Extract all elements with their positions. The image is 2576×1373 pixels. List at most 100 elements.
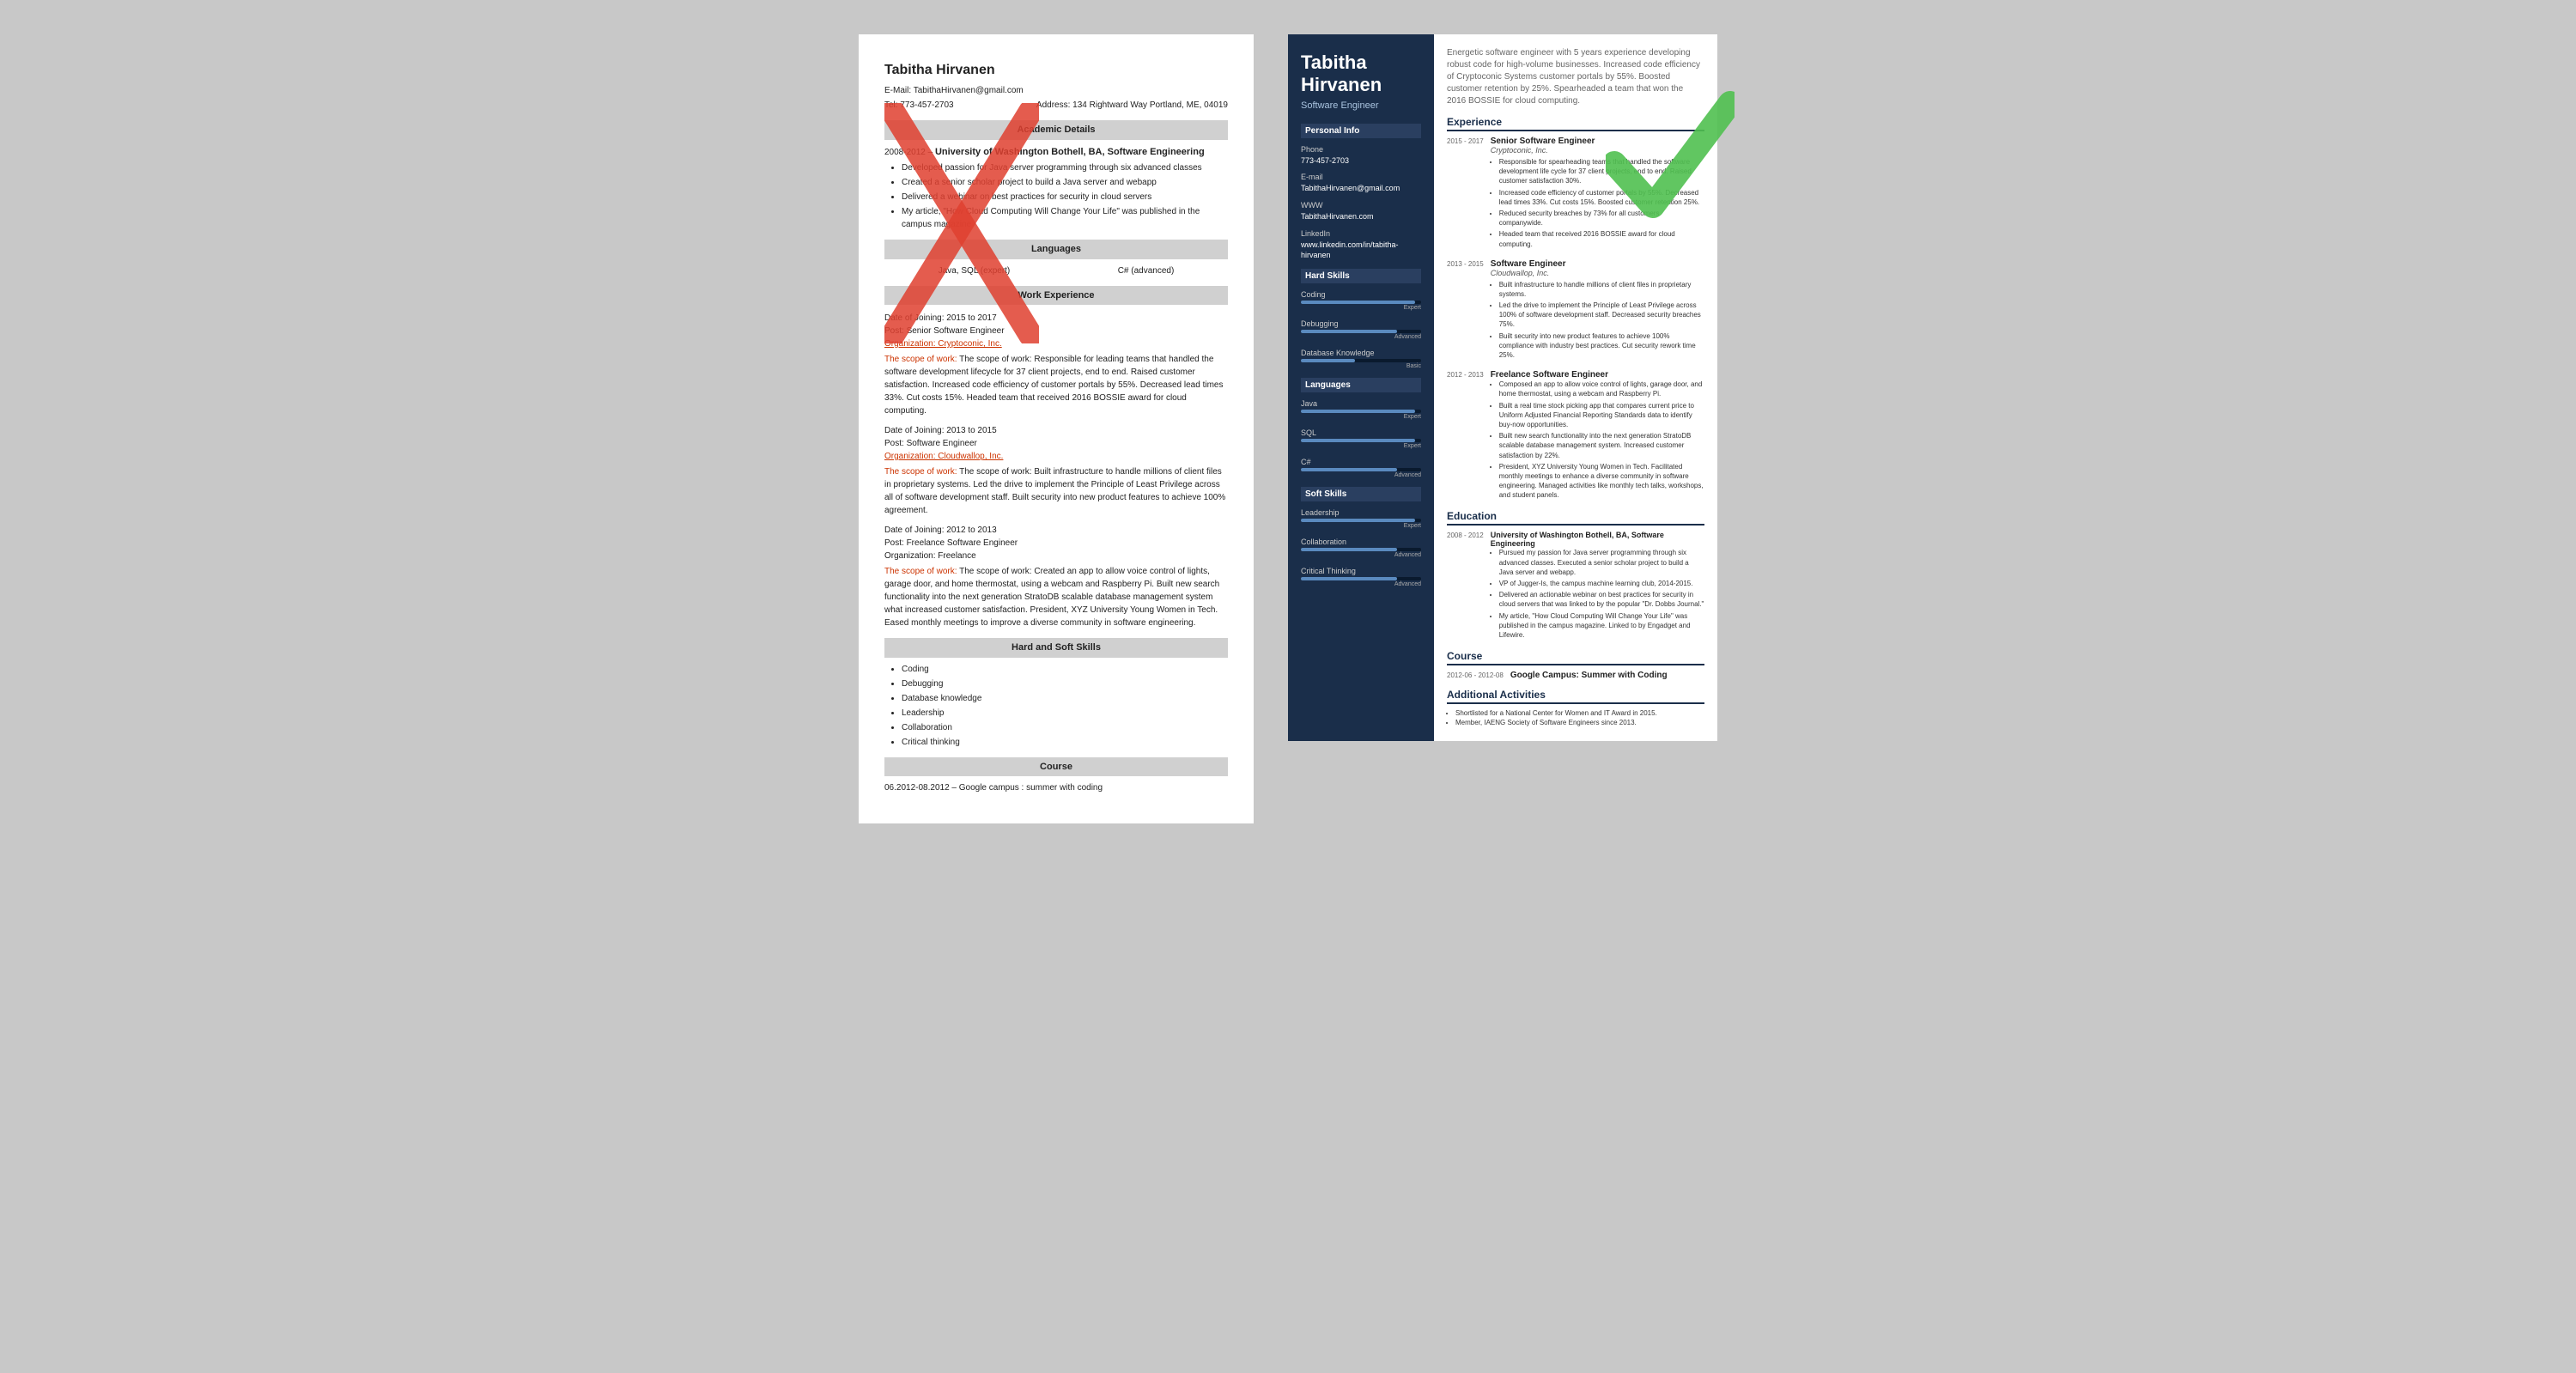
sidebar-name: Tabitha Hirvanen — [1301, 52, 1421, 97]
resume-left: Tabitha Hirvanen E-Mail: TabithaHirvanen… — [859, 34, 1254, 823]
list-item: Shortlisted for a National Center for Wo… — [1455, 709, 1704, 717]
languages-title: Languages — [1301, 378, 1421, 392]
work-scope-1: The scope of work: The scope of work: Re… — [884, 353, 1228, 417]
lang-java: Java, SQL (expert) — [939, 264, 1011, 277]
exp-bullets-2: Built infrastructure to handle millions … — [1491, 280, 1704, 361]
course-header: Course — [884, 757, 1228, 777]
right-main: Energetic software engineer with 5 years… — [1434, 34, 1717, 741]
exp-entry-3: 2012 - 2013 Freelance Software Engineer … — [1447, 370, 1704, 501]
address: Address: 134 Rightward Way Portland, ME,… — [1036, 99, 1228, 112]
list-item: President, XYZ University Young Women in… — [1499, 462, 1704, 501]
list-item: Database knowledge — [902, 692, 1228, 705]
work-org-3: Organization: Freelance — [884, 550, 1228, 562]
www-value: TabithaHirvanen.com — [1301, 212, 1421, 222]
work-entry-1: Date of Joining: 2015 to 2017 Post: Seni… — [884, 312, 1228, 417]
academic-header: Academic Details — [884, 120, 1228, 140]
skill-db: Database Knowledge Basic — [1301, 349, 1421, 369]
list-item: Debugging — [902, 677, 1228, 690]
exp-bullets-3: Composed an app to allow voice control o… — [1491, 380, 1704, 500]
edu-content-1: University of Washington Bothell, BA, So… — [1491, 531, 1704, 641]
list-item: Headed team that received 2016 BOSSIE aw… — [1499, 229, 1704, 248]
list-item: Built new search functionality into the … — [1499, 431, 1704, 460]
list-item: Delivered an actionable webinar on best … — [1499, 590, 1704, 609]
email-label-r: E-mail — [1301, 173, 1421, 181]
work-date-3: Date of Joining: 2012 to 2013 — [884, 524, 1228, 537]
list-item: Increased code efficiency of customer po… — [1499, 188, 1704, 207]
phone-value: 773-457-2703 — [1301, 156, 1421, 167]
edu-entry-1: 2008 - 2012 University of Washington Bot… — [1447, 531, 1704, 641]
education-section-title: Education — [1447, 510, 1704, 526]
list-item: Built security into new product features… — [1499, 331, 1704, 361]
work-header: Work Experience — [884, 286, 1228, 306]
list-item: Coding — [902, 663, 1228, 676]
list-item: Built a real time stock picking app that… — [1499, 401, 1704, 430]
skill-java: Java Expert — [1301, 399, 1421, 420]
work-scope-2: The scope of work: The scope of work: Bu… — [884, 465, 1228, 517]
list-item: Created a senior scholar project to buil… — [902, 176, 1228, 189]
exp-company-1: Cryptoconic, Inc. — [1491, 146, 1704, 155]
linkedin-label: LinkedIn — [1301, 229, 1421, 238]
exp-content-3: Freelance Software Engineer Composed an … — [1491, 370, 1704, 501]
exp-content-1: Senior Software Engineer Cryptoconic, In… — [1491, 137, 1704, 251]
left-header: Tabitha Hirvanen E-Mail: TabithaHirvanen… — [884, 60, 1228, 112]
experience-section-title: Experience — [1447, 116, 1704, 131]
work-date-1: Date of Joining: 2015 to 2017 — [884, 312, 1228, 325]
edu-title-1: University of Washington Bothell, BA, So… — [1491, 531, 1704, 548]
list-item: Leadership — [902, 707, 1228, 720]
soft-skills-title: Soft Skills — [1301, 487, 1421, 501]
work-post-2: Post: Software Engineer — [884, 437, 1228, 450]
exp-entry-2: 2013 - 2015 Software Engineer Cloudwallo… — [1447, 259, 1704, 362]
email-label: E-Mail: — [884, 86, 911, 95]
work-post-1: Post: Senior Software Engineer — [884, 325, 1228, 337]
exp-title-1: Senior Software Engineer — [1491, 137, 1704, 146]
exp-title-2: Software Engineer — [1491, 259, 1704, 269]
hard-skills-title: Hard Skills — [1301, 269, 1421, 283]
academic-bullets: Developed passion for Java server progra… — [884, 161, 1228, 231]
skill-leadership: Leadership Expert — [1301, 508, 1421, 529]
additional-section-title: Additional Activities — [1447, 689, 1704, 704]
list-item: Composed an app to allow voice control o… — [1499, 380, 1704, 398]
skill-debugging: Debugging Advanced — [1301, 319, 1421, 340]
exp-company-2: Cloudwallop, Inc. — [1491, 269, 1704, 277]
work-entry-2: Date of Joining: 2013 to 2015 Post: Soft… — [884, 424, 1228, 517]
list-item: Responsible for spearheading teams that … — [1499, 157, 1704, 186]
list-item: Critical thinking — [902, 736, 1228, 749]
exp-dates-2: 2013 - 2015 — [1447, 259, 1484, 362]
work-entry-3: Date of Joining: 2012 to 2013 Post: Free… — [884, 524, 1228, 629]
personal-info-title: Personal Info — [1301, 124, 1421, 138]
course-title-1: Google Campus: Summer with Coding — [1510, 671, 1704, 680]
list-item: Developed passion for Java server progra… — [902, 161, 1228, 174]
exp-content-2: Software Engineer Cloudwallop, Inc. Buil… — [1491, 259, 1704, 362]
exp-bullets-1: Responsible for spearheading teams that … — [1491, 157, 1704, 249]
skill-coding: Coding Expert — [1301, 290, 1421, 311]
work-org-2: Organization: Cloudwallop, Inc. — [884, 450, 1228, 463]
work-scope-3: The scope of work: The scope of work: Cr… — [884, 565, 1228, 629]
sidebar-title: Software Engineer — [1301, 100, 1421, 111]
right-summary: Energetic software engineer with 5 years… — [1447, 47, 1704, 107]
list-item: Member, IAENG Society of Software Engine… — [1455, 719, 1704, 726]
left-contact-row: Tel: 773-457-2703 Address: 134 Rightward… — [884, 99, 1228, 112]
course-content-1: Google Campus: Summer with Coding — [1510, 671, 1704, 680]
lang-csharp: C# (advanced) — [1118, 264, 1175, 277]
list-item: Pursued my passion for Java server progr… — [1499, 548, 1704, 577]
email-value: TabithaHirvanen@gmail.com — [914, 86, 1024, 95]
course-section-title: Course — [1447, 650, 1704, 665]
skill-sql: SQL Expert — [1301, 428, 1421, 449]
exp-title-3: Freelance Software Engineer — [1491, 370, 1704, 380]
skills-list: Coding Debugging Database knowledge Lead… — [884, 663, 1228, 749]
course-entry-1: 2012-06 - 2012-08 Google Campus: Summer … — [1447, 671, 1704, 680]
languages-row: Java, SQL (expert) C# (advanced) — [884, 264, 1228, 277]
resume-right: Tabitha Hirvanen Software Engineer Perso… — [1288, 34, 1717, 741]
skill-critical: Critical Thinking Advanced — [1301, 567, 1421, 587]
course-dates-1: 2012-06 - 2012-08 — [1447, 671, 1504, 680]
skill-collab: Collaboration Advanced — [1301, 538, 1421, 558]
work-org-1: Organization: Cryptoconic, Inc. — [884, 337, 1228, 350]
www-label: WWW — [1301, 201, 1421, 210]
list-item: Collaboration — [902, 721, 1228, 734]
list-item: Built infrastructure to handle millions … — [1499, 280, 1704, 299]
skills-header: Hard and Soft Skills — [884, 638, 1228, 658]
list-item: My article, "How Cloud Computing Will Ch… — [902, 205, 1228, 231]
exp-entry-1: 2015 - 2017 Senior Software Engineer Cry… — [1447, 137, 1704, 251]
tel: Tel: 773-457-2703 — [884, 99, 954, 112]
exp-dates-3: 2012 - 2013 — [1447, 370, 1484, 501]
